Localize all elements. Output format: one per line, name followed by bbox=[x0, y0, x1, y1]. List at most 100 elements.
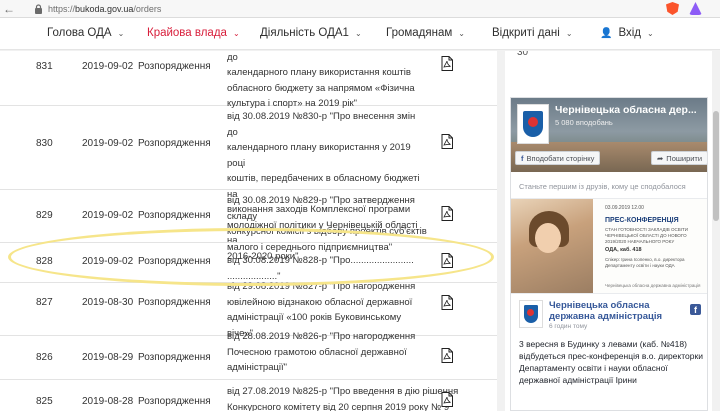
table-row: 826 2019-08-29 Розпорядження від 28.08.2… bbox=[0, 331, 497, 380]
order-title[interactable]: від 30.08.2019 №831-р "Про внесення змін… bbox=[227, 51, 427, 112]
order-type: Розпорядження bbox=[138, 61, 211, 72]
orders-table: 831 2019-09-02 Розпорядження від 30.08.2… bbox=[0, 51, 497, 411]
pdf-file-icon[interactable] bbox=[441, 348, 453, 363]
poster-subtitle: СТАН ГОТОВНОСТІ ЗАКЛАДІВ ОСВІТИ ЧЕРНІВЕЦ… bbox=[605, 227, 689, 244]
nav-label: Громадянам bbox=[386, 27, 453, 39]
pdf-file-icon[interactable] bbox=[441, 134, 453, 149]
pdf-file-icon[interactable] bbox=[441, 206, 453, 221]
nav-label: Вхід bbox=[618, 27, 642, 39]
fb-f-icon: f bbox=[521, 153, 524, 163]
order-number: 825 bbox=[36, 396, 53, 407]
order-date: 2019-09-02 bbox=[82, 210, 134, 221]
order-title[interactable]: від 28.08.2019 №826-р "Про нагородження П… bbox=[227, 329, 427, 376]
order-type: Розпорядження bbox=[138, 297, 211, 308]
table-row: 828 2019-09-02 Розпорядження від 30.08.2… bbox=[0, 243, 497, 283]
order-number: 828 bbox=[36, 256, 53, 267]
fb-page-logo[interactable] bbox=[517, 104, 549, 144]
order-type: Розпорядження bbox=[138, 352, 211, 363]
order-number: 826 bbox=[36, 352, 53, 363]
facebook-icon[interactable]: f bbox=[690, 304, 701, 315]
girl-photo bbox=[511, 199, 593, 293]
rewards-badge: 1 bbox=[699, 0, 705, 7]
table-row: 831 2019-09-02 Розпорядження від 30.08.2… bbox=[0, 51, 497, 109]
girl-face bbox=[535, 223, 561, 253]
chevron-down-icon: ⌄ bbox=[565, 28, 573, 38]
sidebar-counter: 30 bbox=[517, 51, 529, 58]
fb-friends-text: Станьте першим із друзів, кому це сподоб… bbox=[519, 182, 686, 191]
table-row: 829 2019-09-02 Розпорядження від 30.08.2… bbox=[0, 190, 497, 253]
order-date: 2019-08-30 bbox=[82, 297, 134, 308]
order-number: 827 bbox=[36, 297, 53, 308]
lock-icon[interactable] bbox=[32, 3, 44, 15]
fb-share-label: Поширити bbox=[666, 153, 703, 163]
order-date: 2019-08-29 bbox=[82, 352, 134, 363]
coat-of-arms-icon bbox=[524, 305, 538, 323]
fb-cover-photo[interactable]: Чернівецька обласна дер... 5 080 вподоба… bbox=[511, 98, 707, 172]
fb-page-name[interactable]: Чернівецька обласна дер... bbox=[555, 104, 705, 116]
share-icon: ➦ bbox=[657, 153, 664, 163]
nav-item-open-data[interactable]: Відкриті дані ⌄ bbox=[492, 27, 573, 39]
brave-shield-icon[interactable] bbox=[666, 2, 679, 15]
order-number: 830 bbox=[36, 138, 53, 149]
chevron-down-icon: ⌄ bbox=[647, 28, 654, 38]
table-row: 825 2019-08-28 Розпорядження від 27.08.2… bbox=[0, 380, 497, 411]
scrollbar-thumb[interactable] bbox=[713, 111, 719, 221]
site-navbar: Голова ОДА ⌄ Крайова влада ⌄ Діяльність ОД… bbox=[0, 18, 720, 50]
fb-like-label: Вподобати сторінку bbox=[526, 153, 595, 163]
fb-post-author[interactable]: Чернівецька обласна державна адміністрац… bbox=[549, 300, 679, 322]
nav-label: Голова ОДА bbox=[47, 27, 112, 39]
press-conference-poster: 03.09.2019 12.00 ПРЕС-КОНФЕРЕНЦІЯ СТАН Г… bbox=[593, 199, 707, 293]
nav-item-login[interactable]: 👤 Вхід ⌄ bbox=[600, 27, 654, 39]
chevron-down-icon: ⌄ bbox=[458, 28, 465, 38]
fb-share-button[interactable]: ➦ Поширити bbox=[651, 151, 707, 165]
fb-like-page-button[interactable]: f Вподобати сторінку bbox=[515, 151, 601, 165]
order-title[interactable]: від 27.08.2019 №825-р "Про введення в ді… bbox=[227, 384, 467, 411]
order-date: 2019-09-02 bbox=[82, 138, 134, 149]
browser-extensions: 1 bbox=[666, 2, 702, 15]
poster-organization: Чернівецька обласна державна адміністрац… bbox=[605, 283, 701, 288]
order-date: 2019-09-02 bbox=[82, 256, 134, 267]
nav-label: Крайова влада bbox=[147, 27, 227, 39]
table-row: 830 2019-09-02 Розпорядження від 30.08.2… bbox=[0, 106, 497, 262]
nav-label: Відкриті дані bbox=[492, 27, 560, 39]
poster-title: ПРЕС-КОНФЕРЕНЦІЯ bbox=[605, 217, 679, 224]
fb-post-time[interactable]: 6 годин тому bbox=[549, 323, 587, 330]
right-sidebar: 30 Чернівецька обласна дер... 5 080 впод… bbox=[505, 51, 720, 411]
back-arrow-icon[interactable]: ← bbox=[0, 0, 18, 18]
pdf-file-icon[interactable] bbox=[441, 253, 453, 268]
poster-speaker: Спікер: Ірина Ісопенко, в.о. директора Д… bbox=[605, 257, 685, 268]
order-date: 2019-08-28 bbox=[82, 396, 134, 407]
order-number: 829 bbox=[36, 210, 53, 221]
fb-page-likes: 5 080 вподобань bbox=[555, 118, 613, 127]
poster-room: ОДА, каб. 418 bbox=[605, 247, 642, 253]
fb-post-avatar[interactable] bbox=[519, 300, 543, 328]
page-scrollbar[interactable] bbox=[712, 51, 720, 411]
order-type: Розпорядження bbox=[138, 138, 211, 149]
order-type: Розпорядження bbox=[138, 210, 211, 221]
chevron-down-icon: ⌄ bbox=[354, 28, 362, 38]
order-type: Розпорядження bbox=[138, 256, 211, 267]
coat-of-arms-icon bbox=[523, 111, 543, 137]
nav-item-head[interactable]: Голова ОДА ⌄ bbox=[47, 27, 124, 39]
fb-post-text: 3 вересня в Будинку з левами (каб. №418)… bbox=[519, 339, 703, 385]
brave-rewards-icon[interactable]: 1 bbox=[689, 2, 702, 15]
nav-item-activity[interactable]: Діяльність ОДА1 ⌄ bbox=[260, 27, 362, 39]
fb-post-image[interactable]: 03.09.2019 12.00 ПРЕС-КОНФЕРЕНЦІЯ СТАН Г… bbox=[511, 198, 707, 294]
nav-item-citizens[interactable]: Громадянам ⌄ bbox=[386, 27, 465, 39]
chevron-down-icon: ⌄ bbox=[232, 28, 240, 38]
poster-date: 03.09.2019 12.00 bbox=[605, 205, 644, 211]
order-type: Розпорядження bbox=[138, 396, 211, 407]
user-icon: 👤 bbox=[600, 27, 613, 39]
nav-item-regional-authority[interactable]: Крайова влада ⌄ bbox=[147, 27, 240, 39]
pdf-file-icon[interactable] bbox=[441, 295, 453, 310]
facebook-page-widget: Чернівецька обласна дер... 5 080 вподоба… bbox=[510, 97, 708, 411]
pdf-file-icon[interactable] bbox=[441, 392, 453, 407]
order-number: 831 bbox=[36, 61, 53, 72]
fb-post-header: Чернівецька обласна державна адміністрац… bbox=[511, 296, 707, 332]
url-text[interactable]: https://bukoda.gov.ua/orders bbox=[48, 4, 161, 14]
nav-label: Діяльність ОДА1 bbox=[260, 27, 349, 39]
pdf-file-icon[interactable] bbox=[441, 56, 453, 71]
browser-address-bar: ← https://bukoda.gov.ua/orders 1 bbox=[0, 0, 720, 18]
chevron-down-icon: ⌄ bbox=[117, 28, 125, 38]
order-date: 2019-09-02 bbox=[82, 61, 134, 72]
